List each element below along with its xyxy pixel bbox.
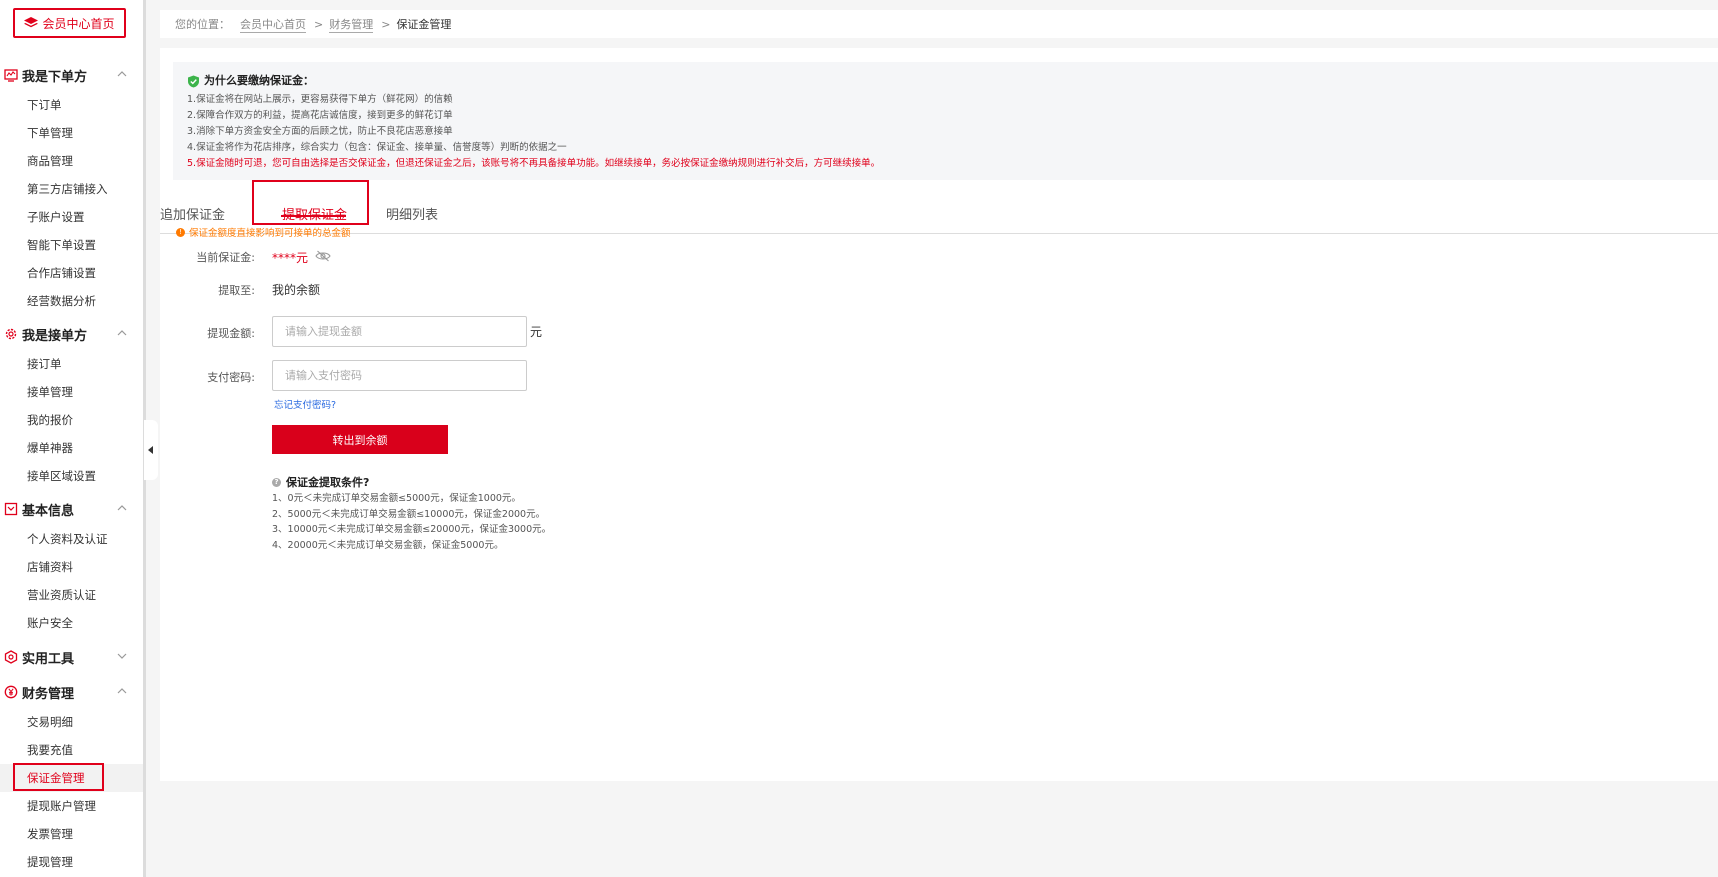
sidebar-item-partner-store[interactable]: 合作店铺设置: [0, 259, 143, 287]
withdraw-to-value: 我的余额: [272, 283, 321, 297]
current-deposit-value: ****元: [272, 251, 309, 265]
chevron-down-icon: [117, 653, 127, 659]
breadcrumb-link-finance[interactable]: 财务管理: [329, 16, 374, 33]
current-deposit-label: 当前保证金:: [196, 251, 255, 264]
notice-line: 2.保障合作双方的利益，提高花店诚信度，接到更多的鲜花订单: [187, 110, 453, 121]
sidebar-item-my-quote[interactable]: 我的报价: [0, 406, 143, 434]
chevron-up-icon: [117, 330, 127, 336]
withdraw-to-label: 提取至:: [218, 284, 255, 297]
breadcrumb-prefix: 您的位置：: [175, 18, 230, 31]
password-label: 支付密码:: [207, 371, 255, 384]
transfer-to-balance-button[interactable]: 转出到余额: [272, 425, 448, 454]
notice-line: 3.消除下单方资金安全方面的后顾之忧，防止不良花店恶意接单: [187, 126, 453, 137]
tab-detail-list[interactable]: 明细列表: [386, 193, 438, 233]
chevron-up-icon: [117, 505, 127, 511]
monitor-icon: [4, 69, 18, 82]
sidebar-item-profile-verification[interactable]: 个人资料及认证: [0, 525, 143, 553]
member-home-label: 会员中心首页: [42, 16, 115, 31]
condition-line: 1、0元＜未完成订单交易金额≤5000元，保证金1000元。: [272, 493, 521, 504]
sidebar-item-region-settings[interactable]: 接单区域设置: [0, 462, 143, 490]
sidebar-item-business-license[interactable]: 营业资质认证: [0, 581, 143, 609]
notice-title: 为什么要缴纳保证金：: [187, 73, 314, 89]
sidebar-item-product-management[interactable]: 商品管理: [0, 147, 143, 175]
info-icon: !: [176, 227, 185, 237]
section-title: 我是接单方: [22, 328, 88, 344]
sidebar-collapse-button[interactable]: [144, 420, 158, 480]
breadcrumb-separator: >: [381, 17, 391, 31]
amount-label: 提现金额:: [207, 327, 255, 340]
chevron-up-icon: [117, 688, 127, 694]
yen-coin-icon: [4, 685, 18, 699]
notice-warning: 5.保证金随时可退，您可自由选择是否交保证金，但退还保证金之后，该账号将不再具备…: [187, 158, 881, 169]
sidebar-item-place-order[interactable]: 下订单: [0, 91, 143, 119]
section-buyer[interactable]: 我是下单方: [0, 61, 143, 89]
sidebar-item-withdraw-account[interactable]: 提现账户管理: [0, 792, 143, 820]
section-basic-info[interactable]: 基本信息: [0, 495, 143, 523]
sidebar-item-hot-order-tool[interactable]: 爆单神器: [0, 434, 143, 462]
id-card-icon: [4, 502, 18, 516]
section-title: 财务管理: [22, 686, 75, 702]
sidebar-item-store-info[interactable]: 店铺资料: [0, 553, 143, 581]
section-title: 基本信息: [22, 503, 75, 519]
notice-line: 4.保证金将作为花店排序，综合实力（包含：保证金、接单量、信誉度等）判断的依据之…: [187, 142, 567, 153]
eye-hidden-icon[interactable]: [315, 250, 331, 262]
question-icon: ?: [272, 477, 281, 487]
deposit-notice: 为什么要缴纳保证金： 1.保证金将在网站上展示，更容易获得下单方（鲜花网）的信赖…: [173, 62, 1718, 180]
gear-icon: [5, 328, 17, 340]
conditions-title: ? 保证金提取条件?: [272, 474, 369, 490]
notice-line: 1.保证金将在网站上展示，更容易获得下单方（鲜花网）的信赖: [187, 94, 453, 105]
sidebar: 会员中心首页 我是下单方 下订单 下单管理 商品管理 第三方店铺接入 子账户设置…: [0, 0, 143, 877]
section-title: 实用工具: [22, 651, 75, 667]
sidebar-item-withdraw-management[interactable]: 提现管理: [0, 848, 143, 876]
active-tab-highlight: [252, 180, 369, 225]
withdraw-amount-input[interactable]: [272, 316, 527, 347]
breadcrumb: 您的位置： 会员中心首页 > 财务管理 > 保证金管理: [160, 10, 1718, 38]
pay-password-input[interactable]: [272, 360, 527, 391]
sidebar-item-third-party-store[interactable]: 第三方店铺接入: [0, 175, 143, 203]
sidebar-item-business-analytics[interactable]: 经营数据分析: [0, 287, 143, 315]
sidebar-item-smart-order[interactable]: 智能下单设置: [0, 231, 143, 259]
sidebar-item-account-security[interactable]: 账户安全: [0, 609, 143, 637]
breadcrumb-link-home[interactable]: 会员中心首页: [240, 16, 306, 33]
sidebar-item-invoice[interactable]: 发票管理: [0, 820, 143, 848]
section-tools[interactable]: 实用工具: [0, 643, 143, 671]
sidebar-item-recharge[interactable]: 我要充值: [0, 736, 143, 764]
condition-line: 2、5000元＜未完成订单交易金额≤10000元，保证金2000元。: [272, 508, 546, 520]
caret-left-icon: [148, 446, 153, 454]
amount-unit: 元: [530, 325, 543, 339]
chevron-up-icon: [117, 71, 127, 77]
member-home-button[interactable]: 会员中心首页: [13, 8, 126, 38]
breadcrumb-current: 保证金管理: [396, 18, 452, 31]
main-panel: 为什么要缴纳保证金： 1.保证金将在网站上展示，更容易获得下单方（鲜花网）的信赖…: [160, 48, 1718, 781]
condition-line: 3、10000元＜未完成订单交易金额≤20000元，保证金3000元。: [272, 524, 552, 535]
shield-check-icon: [188, 75, 199, 87]
breadcrumb-separator: >: [314, 17, 324, 31]
sidebar-item-order-management[interactable]: 下单管理: [0, 119, 143, 147]
notice-lines: 1.保证金将在网站上展示，更容易获得下单方（鲜花网）的信赖 2.保障合作双方的利…: [187, 92, 880, 172]
sidebar-item-transaction-details[interactable]: 交易明细: [0, 708, 143, 736]
hexagon-gear-icon: [4, 650, 18, 664]
forgot-password-link[interactable]: 忘记支付密码?: [274, 397, 336, 411]
sidebar-item-receive-order[interactable]: 接订单: [0, 350, 143, 378]
section-finance[interactable]: 财务管理: [0, 678, 143, 706]
section-title: 我是下单方: [22, 69, 88, 85]
conditions-list: 1、0元＜未完成订单交易金额≤5000元，保证金1000元。 2、5000元＜未…: [272, 491, 551, 553]
sidebar-item-received-management[interactable]: 接单管理: [0, 378, 143, 406]
deposit-tip: ! 保证金额度直接影响到可接单的总金额: [176, 225, 351, 239]
sidebar-item-sub-account[interactable]: 子账户设置: [0, 203, 143, 231]
active-item-highlight: [13, 763, 104, 791]
section-seller[interactable]: 我是接单方: [0, 320, 143, 348]
layers-icon: [24, 17, 39, 28]
condition-line: 4、20000元＜未完成订单交易金额，保证金5000元。: [272, 539, 504, 551]
